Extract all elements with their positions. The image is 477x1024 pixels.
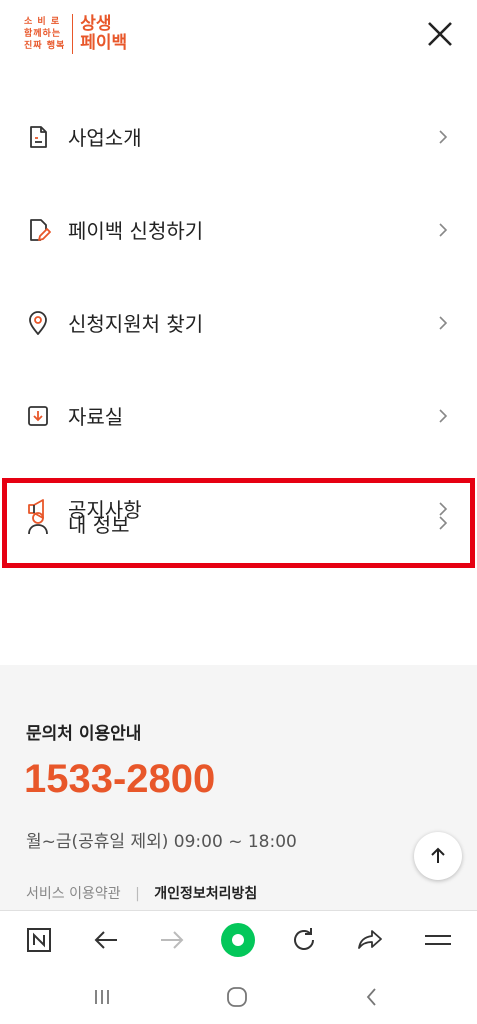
- arrow-up-icon: [431, 847, 445, 863]
- scroll-top-button[interactable]: [414, 832, 462, 880]
- menu-item-archive[interactable]: 자료실: [0, 369, 477, 462]
- logo-tagline-line: 진짜 행복: [24, 41, 66, 51]
- contact-hours: 월~금(공휴일 제외) 09:00 ~ 18:00: [26, 832, 297, 852]
- logo-brand-line: 페이백: [80, 33, 128, 53]
- arrow-right-icon: [161, 931, 184, 949]
- menu-item-label: 페이백 신청하기: [68, 219, 204, 243]
- logo-divider: [72, 14, 74, 54]
- document-icon: [30, 125, 47, 148]
- terms-link[interactable]: 서비스 이용약관: [26, 886, 121, 902]
- header: 소 비 로 함께하는 진짜 행복 상생 페이백: [0, 0, 477, 80]
- footer-links: 서비스 이용약관 | 개인정보처리방침: [26, 883, 257, 903]
- menu-item-my-info[interactable]: 내 정보: [2, 478, 475, 568]
- system-nav-bar: [0, 968, 477, 1024]
- menu-button[interactable]: [419, 921, 457, 959]
- download-box-icon: [28, 405, 48, 426]
- chevron-right-icon: [439, 222, 448, 237]
- recent-apps-button[interactable]: [87, 982, 117, 1012]
- menu-item-label: 내 정보: [68, 512, 130, 537]
- chevron-right-icon: [439, 129, 448, 144]
- privacy-link[interactable]: 개인정보처리방침: [154, 886, 257, 902]
- home-button[interactable]: [222, 982, 252, 1012]
- naver-n-icon: [27, 928, 51, 952]
- menu-item-business-intro[interactable]: 사업소개: [0, 90, 477, 183]
- share-button[interactable]: [351, 921, 389, 959]
- recent-apps-icon: [95, 990, 109, 1004]
- chevron-right-icon: [439, 516, 448, 530]
- chevron-right-icon: [439, 408, 448, 423]
- green-dot-icon: [221, 923, 255, 957]
- contact-phone[interactable]: 1533-2800: [24, 757, 215, 802]
- logo-brand: 상생 페이백: [80, 15, 127, 53]
- share-arrow-icon: [358, 930, 382, 949]
- link-separator: |: [135, 886, 140, 902]
- green-dot-button[interactable]: [219, 921, 257, 959]
- edit-document-icon: [30, 218, 51, 241]
- hamburger-icon: [425, 935, 451, 945]
- menu-item-label: 사업소개: [68, 126, 142, 150]
- logo-tagline-line: 함께하는: [24, 29, 62, 39]
- naver-home-button[interactable]: [20, 921, 58, 959]
- forward-button[interactable]: [153, 921, 191, 959]
- location-pin-icon: [29, 310, 47, 335]
- menu-item-payback-apply[interactable]: 페이백 신청하기: [0, 183, 477, 276]
- refresh-button[interactable]: [285, 921, 323, 959]
- person-icon: [28, 512, 48, 535]
- close-icon: [428, 22, 452, 46]
- contact-info: 문의처 이용안내 1533-2800 월~금(공휴일 제외) 09:00 ~ 1…: [0, 665, 477, 910]
- browser-toolbar: [0, 910, 477, 969]
- logo-tagline-line: 소 비 로: [24, 17, 61, 27]
- refresh-icon: [294, 928, 314, 950]
- chevron-left-icon: [366, 988, 376, 1006]
- menu-item-find-support[interactable]: 신청지원처 찾기: [0, 276, 477, 369]
- menu-item-label: 신청지원처 찾기: [68, 312, 204, 336]
- arrow-left-icon: [94, 931, 117, 949]
- system-back-button[interactable]: [357, 982, 387, 1012]
- contact-title: 문의처 이용안내: [26, 724, 142, 744]
- back-button[interactable]: [87, 921, 125, 959]
- home-icon: [227, 987, 247, 1007]
- logo-brand-line: 상생: [80, 14, 112, 34]
- chevron-right-icon: [439, 315, 448, 330]
- logo[interactable]: 소 비 로 함께하는 진짜 행복 상생 페이백: [24, 12, 127, 56]
- logo-tagline: 소 비 로 함께하는 진짜 행복: [24, 16, 65, 52]
- close-button[interactable]: [424, 18, 456, 50]
- menu-item-label: 자료실: [68, 405, 124, 429]
